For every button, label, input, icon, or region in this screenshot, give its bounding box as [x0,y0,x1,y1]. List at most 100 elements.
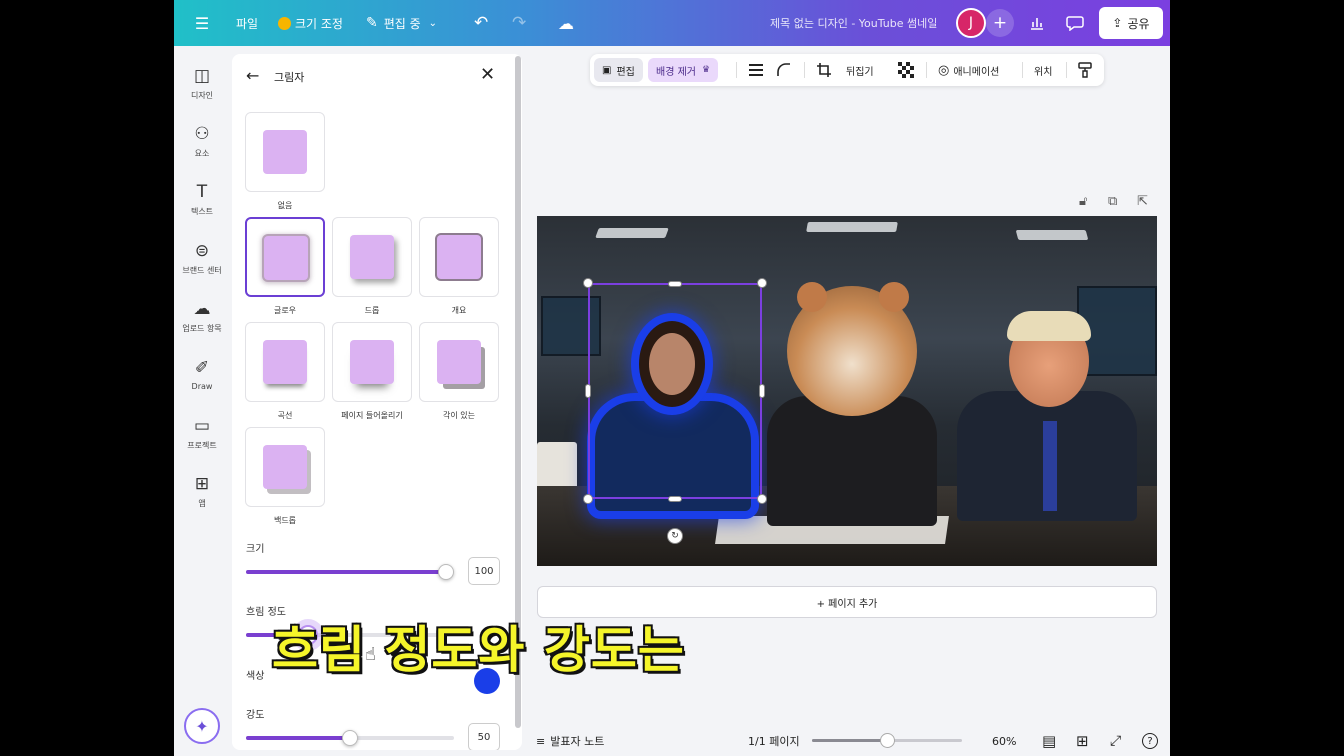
effect-preview [264,236,308,280]
divider [926,62,927,78]
effect-preview [350,340,394,384]
duplicate-page-icon[interactable]: ⧉ [1108,194,1117,209]
effect-label: 백드롭 [273,516,297,525]
grid-view-icon[interactable]: ▤ [1042,726,1056,756]
resize-handle[interactable] [757,278,767,288]
close-icon[interactable]: ✕ [480,64,495,85]
animate-button[interactable]: ◎ 애니메이션 [938,54,999,86]
resize-handle[interactable] [668,496,682,502]
effect-label: 페이지 들어올리기 [341,411,403,420]
effect-preview [437,340,481,384]
resize-handle[interactable] [759,384,765,398]
rail-item-label: Draw [191,382,213,391]
ceiling-light [1015,230,1089,240]
add-collaborator-button[interactable]: + [986,9,1014,37]
thumbnail-view-icon[interactable]: ⊞ [1076,726,1089,756]
rail-item-apps[interactable]: ⊞ 앱 [174,474,230,509]
fullscreen-icon[interactable]: ⤢ [1110,726,1121,756]
divider [804,62,805,78]
back-arrow-icon[interactable]: ← [246,66,259,85]
border-style-icon[interactable] [748,54,764,86]
zoom-slider[interactable] [812,733,962,748]
insights-icon[interactable] [1026,0,1048,46]
hamburger-menu-icon[interactable]: ☰ [192,0,212,46]
avatar[interactable]: J [956,8,986,38]
intensity-value-input[interactable]: 50 [468,723,500,750]
size-slider-knob[interactable] [438,564,454,580]
rail-item-projects[interactable]: ▭ 프로젝트 [174,416,230,451]
file-menu[interactable]: 파일 [236,0,258,46]
corner-rounding-icon[interactable] [776,54,792,86]
effect-label: 곡선 [277,411,293,420]
rail-item-label: 텍스트 [190,207,214,216]
magic-sparkle-button[interactable]: ✦ [184,708,220,744]
rail-item-elements[interactable]: ⚇ 요소 [174,124,230,159]
selection-box[interactable] [588,283,762,499]
rotate-icon[interactable]: ↻ [667,528,683,544]
design-canvas[interactable]: ↻ [537,216,1157,566]
edit-image-button[interactable]: ▣ 편집 [594,58,643,82]
transparency-icon[interactable] [898,54,914,86]
effect-angled[interactable]: 각이 있는 [419,322,499,421]
rail-item-uploads[interactable]: ☁ 업로드 항목 [174,299,230,334]
notes-button[interactable]: ≡ 발표자 노트 [536,726,604,756]
effect-drop[interactable]: 드롭 [332,217,412,316]
resize-handle[interactable] [757,494,767,504]
effect-none[interactable]: 없음 [245,112,325,211]
comment-icon[interactable] [1064,0,1086,46]
resize-handle[interactable] [583,278,593,288]
shapes-icon: ⚇ [194,124,210,144]
person-right-tie [1043,421,1057,511]
effect-page-lift[interactable]: 페이지 들어올리기 [332,322,412,421]
notes-label: 발표자 노트 [550,735,605,748]
resize-menu[interactable]: 크기 조정 [278,0,343,46]
resize-handle[interactable] [668,281,682,287]
lock-icon[interactable]: 🔓︎ [1079,194,1087,209]
rail-item-text[interactable]: T 텍스트 [174,182,230,217]
effect-glow[interactable]: 글로우 [245,217,325,316]
edit-mode-label: 편집 중 [383,16,421,31]
zoom-level[interactable]: 60% [992,726,1016,756]
effect-outline[interactable]: 개요 [419,217,499,316]
edit-mode-dropdown[interactable]: ✎ 편집 중 ⌄ [366,0,437,46]
share-button[interactable]: ⇪ 공유 [1099,7,1163,39]
rail-item-label: 앱 [198,499,206,508]
flip-button[interactable]: 뒤집기 [846,54,874,86]
rail-item-brand[interactable]: ⊜ 브랜드 센터 [174,241,230,276]
chevron-down-icon: ⌄ [428,17,438,29]
resize-handle[interactable] [583,494,593,504]
bg-remove-button[interactable]: 배경 제거 ♛ [648,58,719,82]
size-slider[interactable] [246,564,454,580]
effect-backdrop[interactable]: 백드롭 [245,427,325,526]
intensity-slider-knob[interactable] [342,730,358,746]
bg-remove-label: 배경 제거 [656,66,696,78]
page-indicator[interactable]: 1/1 페이지 [748,726,800,756]
add-page-icon[interactable]: ⇱ [1137,194,1148,209]
effect-label: 개요 [451,306,467,315]
animate-label: 애니메이션 [953,66,1000,78]
person-right-hair [1007,311,1091,341]
context-toolbar: ▣ 편집 배경 제거 ♛ 뒤집기 ◎ 애니메이션 위치 [590,54,1104,86]
document-title[interactable]: 제목 없는 디자인 - YouTube 썸네일 [770,0,937,46]
help-icon[interactable]: ? [1142,726,1158,756]
zoom-slider-knob[interactable] [880,733,895,748]
ceiling-light [595,228,669,238]
intensity-slider[interactable] [246,730,454,746]
cloud-save-icon[interactable]: ☁ [558,0,574,46]
image-edit-icon: ▣ [602,64,612,76]
copy-style-icon[interactable] [1078,54,1092,86]
undo-icon[interactable]: ↶ [474,0,488,46]
size-value-input[interactable]: 100 [468,557,500,585]
crop-icon[interactable] [816,54,832,86]
rail-item-draw[interactable]: ✐ Draw [174,358,230,391]
effect-card [245,322,325,402]
position-button[interactable]: 위치 [1034,54,1052,86]
animate-icon: ◎ [938,62,950,78]
effect-curve[interactable]: 곡선 [245,322,325,421]
redo-icon[interactable]: ↷ [512,0,526,46]
brand-icon: ⊜ [194,241,210,261]
divider [736,62,737,78]
notes-icon: ≡ [536,734,546,748]
rail-item-design[interactable]: ◫ 디자인 [174,66,230,101]
resize-handle[interactable] [585,384,591,398]
